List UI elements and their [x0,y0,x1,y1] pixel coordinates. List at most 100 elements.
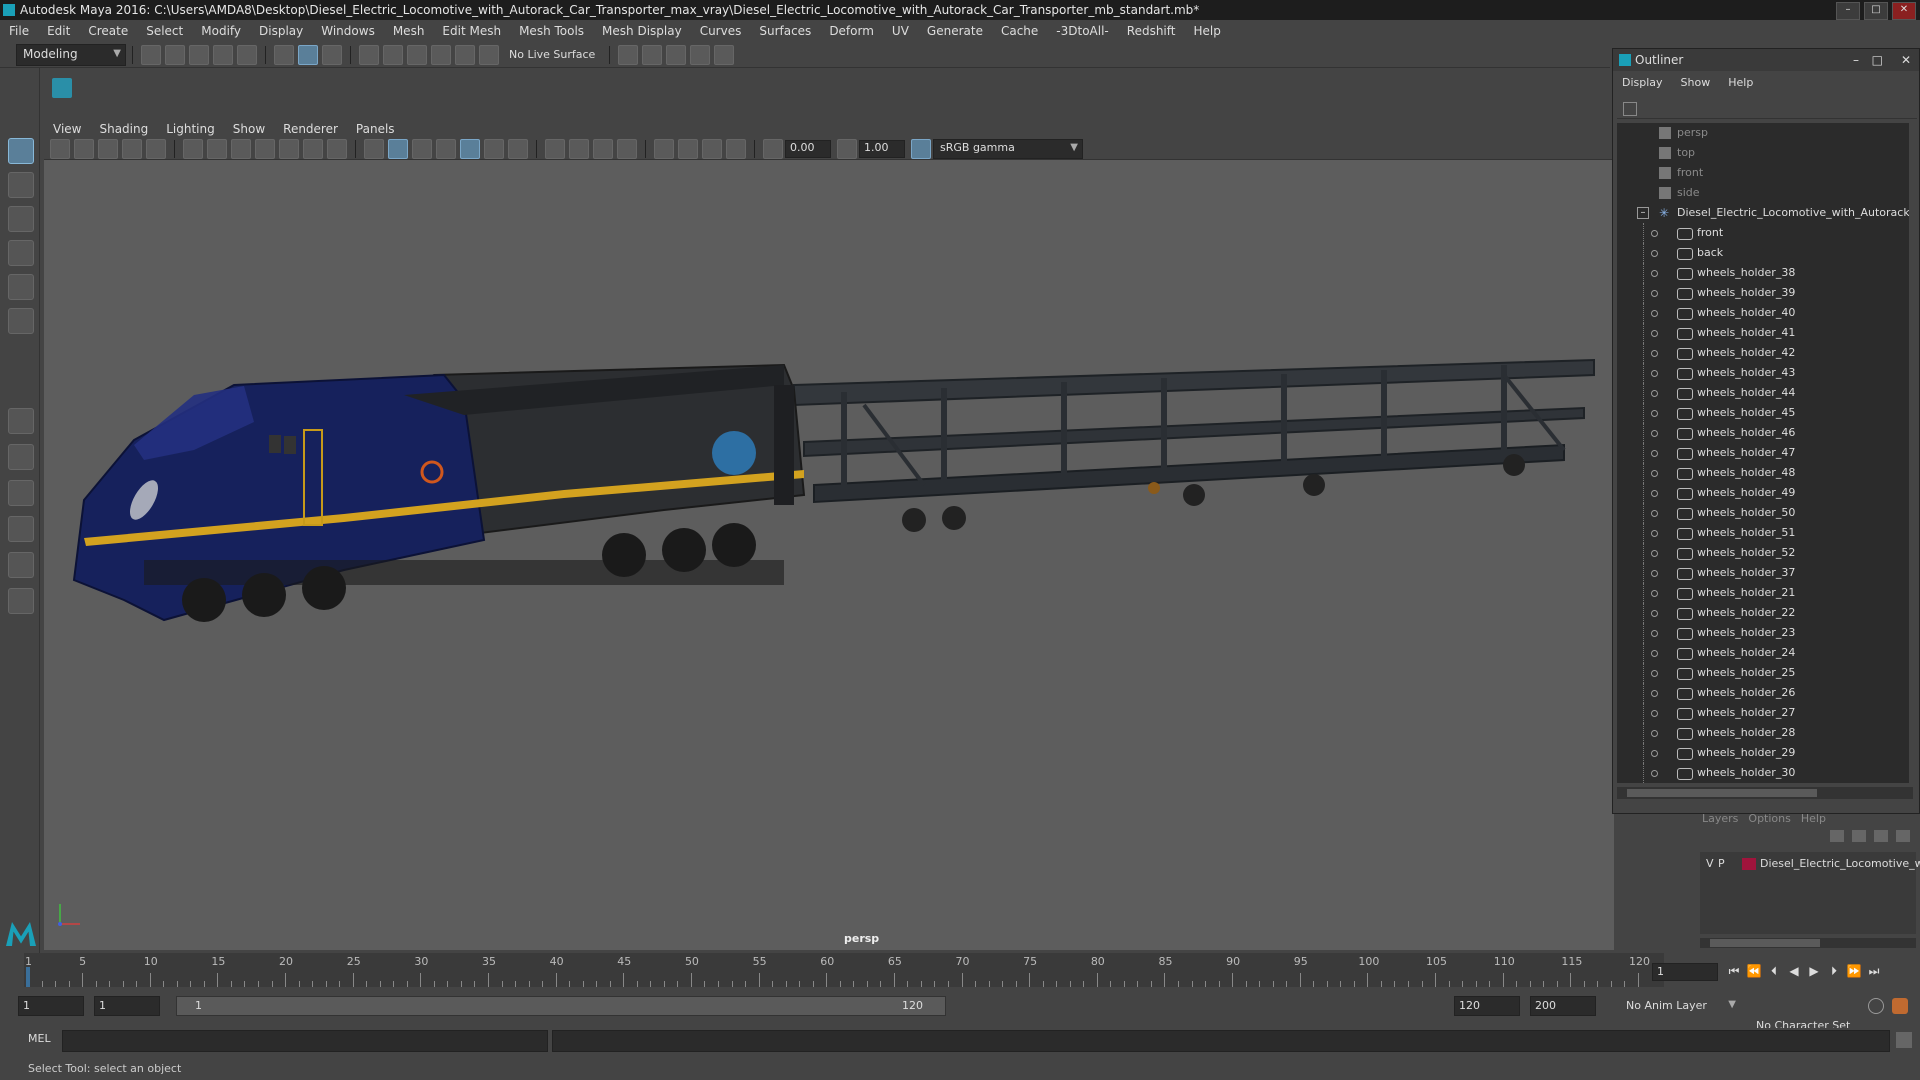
outliner-item-side[interactable]: side [1617,183,1909,203]
smooth-shade-icon[interactable] [388,138,408,159]
viewport-persp[interactable] [44,160,1614,950]
exposure-icon[interactable] [763,138,783,159]
menu-surfaces[interactable]: Surfaces [750,24,820,38]
layer-menu-layers[interactable]: Layers [1702,812,1738,825]
outliner-menu-display[interactable]: Display [1613,76,1672,89]
outliner-item-child[interactable]: wheels_holder_41 [1617,323,1909,343]
persp-graph-layout-icon[interactable] [8,552,34,578]
outliner-item-child[interactable]: wheels_holder_43 [1617,363,1909,383]
outliner-layout-icon[interactable] [8,588,34,614]
snap-grid-icon[interactable] [359,44,379,65]
panel-menu-panels[interactable]: Panels [347,122,404,136]
single-view-layout-icon[interactable] [8,408,34,434]
paint-select-tool-icon[interactable] [8,206,34,232]
select-object-icon[interactable] [298,44,318,65]
expand-dot-icon[interactable] [1651,730,1658,737]
open-scene-icon[interactable] [165,44,185,65]
ambient-occlusion-icon[interactable] [545,138,565,159]
menu-cache[interactable]: Cache [992,24,1047,38]
menu-edit-mesh[interactable]: Edit Mesh [433,24,510,38]
exposure-field[interactable]: 0.00 [785,139,831,158]
step-forward-frame-icon[interactable]: ⏵ [1826,963,1842,979]
save-scene-icon[interactable] [189,44,209,65]
script-editor-icon[interactable] [1896,1032,1912,1048]
outliner-item-child[interactable]: wheels_holder_29 [1617,743,1909,763]
menu-edit[interactable]: Edit [38,24,79,38]
panel-menu-lighting[interactable]: Lighting [157,122,224,136]
camera-attributes-icon[interactable] [74,138,94,159]
grease-pencil-icon[interactable] [146,138,166,159]
layer-name[interactable]: Diesel_Electric_Locomotive_wit [1760,856,1920,872]
move-layer-up-icon[interactable] [1830,830,1844,842]
panel-menu-shading[interactable]: Shading [90,122,157,136]
expand-dot-icon[interactable] [1651,450,1658,457]
render-frame-icon[interactable] [642,44,663,65]
textured-icon[interactable] [460,138,480,159]
snap-surface-icon[interactable] [455,44,475,65]
outliner-item-child[interactable]: wheels_holder_51 [1617,523,1909,543]
expand-dot-icon[interactable] [1651,330,1658,337]
command-language-label[interactable]: MEL [28,1032,51,1045]
outliner-menu-show[interactable]: Show [1672,76,1720,89]
menu-mesh-display[interactable]: Mesh Display [593,24,691,38]
expand-dot-icon[interactable] [1651,510,1658,517]
playback-start-field[interactable]: 1 [94,996,160,1016]
outliner-item-child[interactable]: wheels_holder_45 [1617,403,1909,423]
menu-redshift[interactable]: Redshift [1118,24,1185,38]
xray-components-icon[interactable] [726,138,746,159]
panel-menu-renderer[interactable]: Renderer [274,122,347,136]
outliner-item-child[interactable]: wheels_holder_42 [1617,343,1909,363]
outliner-item-child[interactable]: wheels_holder_48 [1617,463,1909,483]
expand-dot-icon[interactable] [1651,490,1658,497]
outliner-item-front-camera[interactable]: front [1617,163,1909,183]
hypershade-icon[interactable] [714,44,735,65]
rotate-tool-icon[interactable] [8,274,34,300]
menu-display[interactable]: Display [250,24,312,38]
collapse-icon[interactable]: – [1637,207,1649,219]
anim-prefs-icon[interactable] [1892,998,1908,1014]
use-all-lights-icon[interactable] [484,138,504,159]
minimize-button[interactable]: – [1836,2,1860,20]
outliner-tree[interactable]: persp top front side – ✳ Diesel_Electric… [1617,123,1909,783]
lasso-tool-icon[interactable] [8,172,34,198]
filter-icon[interactable] [1623,102,1637,116]
expand-dot-icon[interactable] [1651,270,1658,277]
new-scene-icon[interactable] [141,44,161,65]
select-tool-icon[interactable] [8,138,34,164]
outliner-item-child[interactable]: wheels_holder_40 [1617,303,1909,323]
motion-blur-icon[interactable] [569,138,589,159]
expand-dot-icon[interactable] [1651,250,1658,257]
view-transform-dropdown[interactable]: sRGB gamma ▼ [933,138,1083,159]
anti-aliasing-icon[interactable] [593,138,613,159]
outliner-filter-bar[interactable] [1617,99,1917,119]
undo-icon[interactable] [213,44,233,65]
expand-dot-icon[interactable] [1651,710,1658,717]
menu-uv[interactable]: UV [883,24,918,38]
expand-dot-icon[interactable] [1651,290,1658,297]
step-back-key-icon[interactable]: ⏪ [1746,963,1762,979]
persp-outliner-layout-icon[interactable] [8,516,34,542]
current-time-marker[interactable] [26,967,30,987]
range-slider[interactable]: 1 120 [176,996,946,1016]
resolution-gate-icon[interactable] [231,138,251,159]
outliner-item-child[interactable]: wheels_holder_30 [1617,763,1909,783]
expand-dot-icon[interactable] [1651,670,1658,677]
image-plane-icon[interactable] [122,138,142,159]
menu-mesh-tools[interactable]: Mesh Tools [510,24,593,38]
outliner-item-child[interactable]: wheels_holder_37 [1617,563,1909,583]
outliner-close-icon[interactable]: ✕ [1901,49,1911,71]
outliner-item-child[interactable]: wheels_holder_44 [1617,383,1909,403]
go-to-start-icon[interactable]: ⏮ [1726,963,1742,979]
outliner-item-child[interactable]: wheels_holder_27 [1617,703,1909,723]
menu-3dtoall[interactable]: -3DtoAll- [1047,24,1117,38]
step-forward-key-icon[interactable]: ⏩ [1846,963,1862,979]
outliner-item-child[interactable]: wheels_holder_46 [1617,423,1909,443]
outliner-item-top[interactable]: top [1617,143,1909,163]
panel-menu-show[interactable]: Show [224,122,274,136]
time-slider[interactable]: 1 5 10 15 20 25 30 35 40 45 50 55 60 65 70 75 80 85 90 95 10… [24,953,1664,987]
live-surface-icon[interactable] [479,44,499,65]
ipr-render-icon[interactable] [666,44,687,65]
field-chart-icon[interactable] [279,138,299,159]
outliner-item-child[interactable]: wheels_holder_50 [1617,503,1909,523]
outliner-item-child[interactable]: wheels_holder_28 [1617,723,1909,743]
